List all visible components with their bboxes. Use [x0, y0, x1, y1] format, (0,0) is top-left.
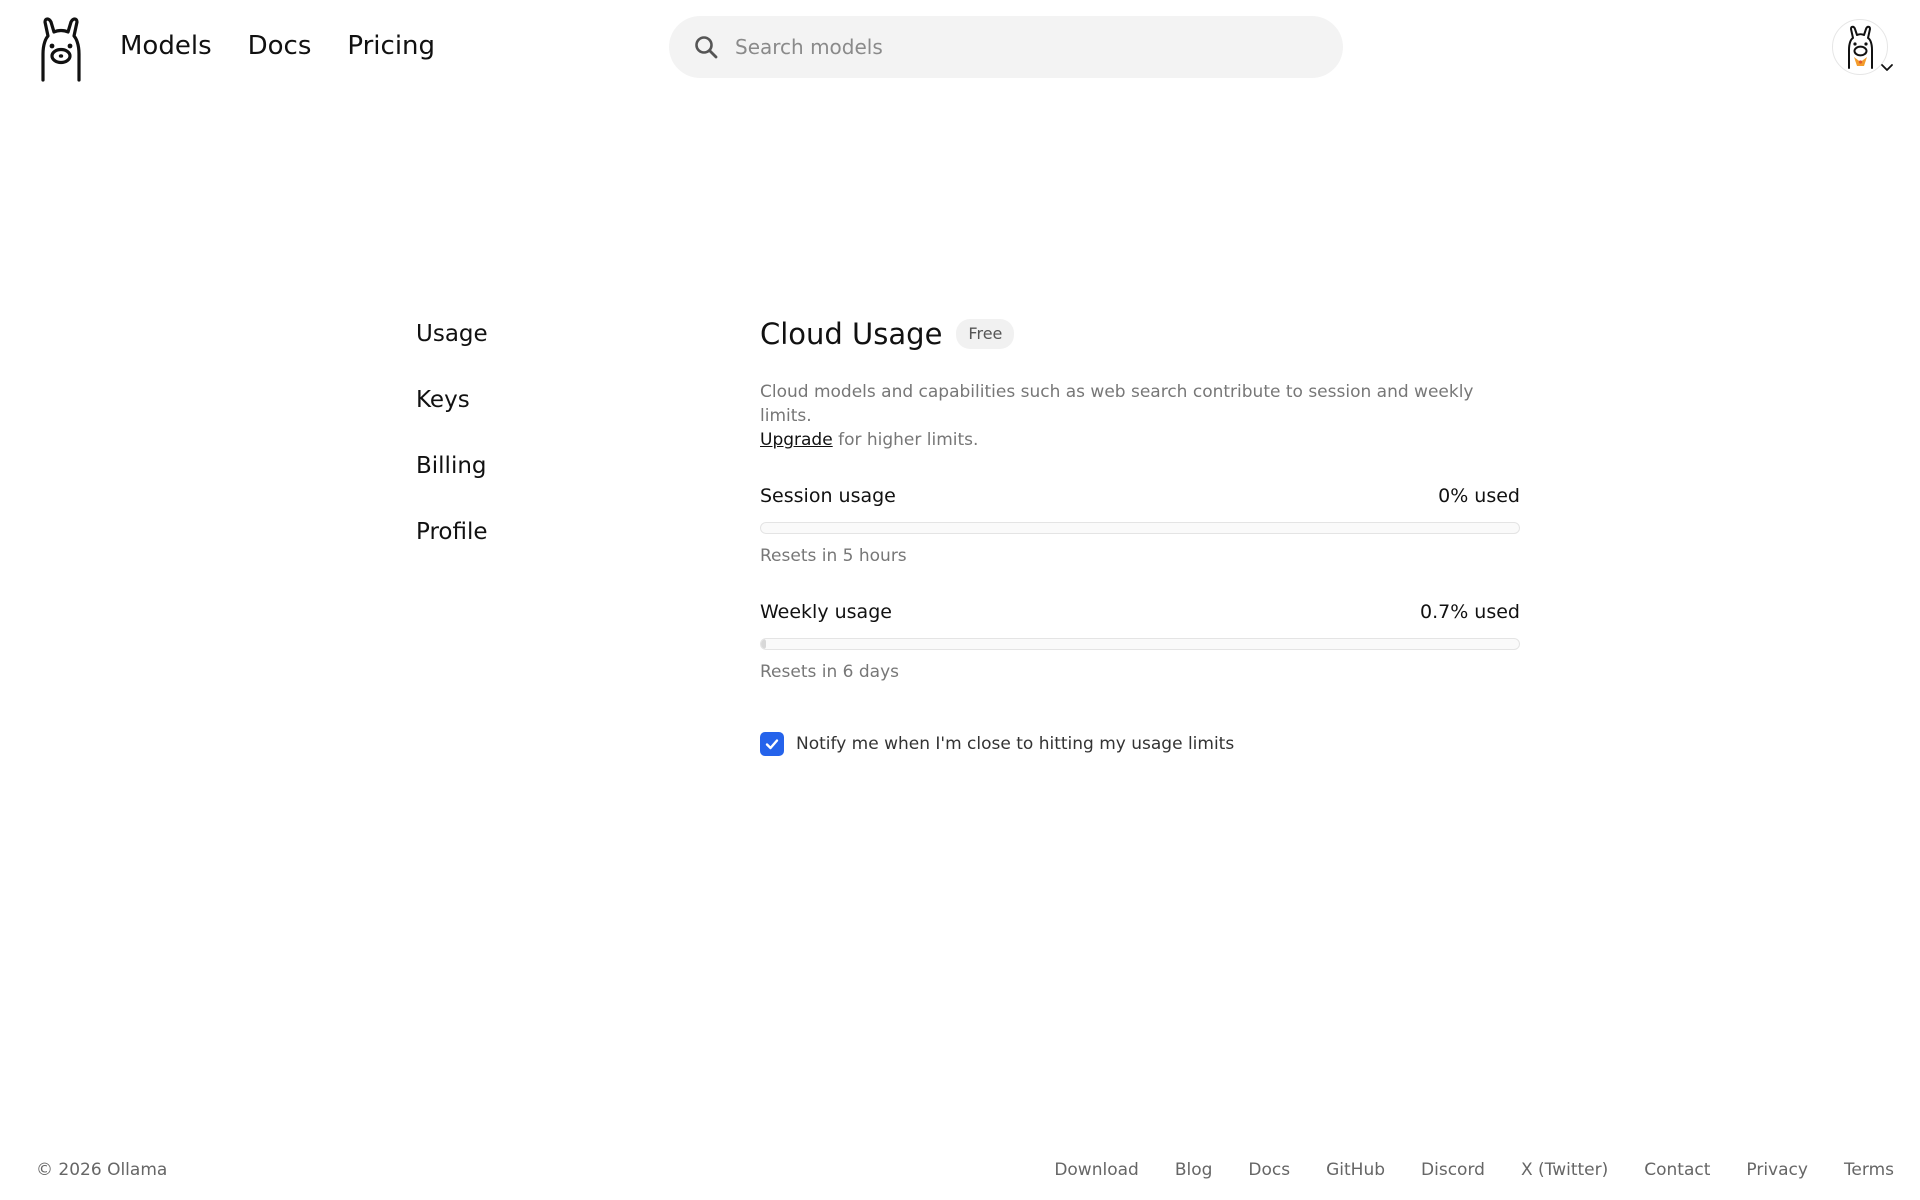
- notify-label: Notify me when I'm close to hitting my u…: [796, 734, 1235, 754]
- upgrade-suffix: for higher limits.: [832, 430, 979, 450]
- sidebar-item-billing[interactable]: Billing: [416, 448, 488, 484]
- upgrade-link[interactable]: Upgrade: [760, 430, 833, 450]
- notify-checkbox[interactable]: [760, 732, 784, 756]
- llama-avatar-icon: [1848, 25, 1873, 69]
- chevron-down-icon[interactable]: [1880, 63, 1894, 73]
- search-bar[interactable]: [669, 16, 1343, 78]
- plan-badge: Free: [956, 319, 1015, 349]
- weekly-reset-text: Resets in 6 days: [760, 662, 899, 682]
- footer-links: Download Blog Docs GitHub Discord X (Twi…: [1054, 1160, 1894, 1180]
- weekly-usage-label: Weekly usage: [760, 601, 892, 623]
- footer-link-download[interactable]: Download: [1054, 1160, 1139, 1180]
- nav-models[interactable]: Models: [120, 28, 212, 64]
- footer-link-contact[interactable]: Contact: [1644, 1160, 1710, 1180]
- sidebar-item-keys[interactable]: Keys: [416, 382, 488, 418]
- weekly-usage-bar: [760, 638, 1520, 650]
- footer-link-privacy[interactable]: Privacy: [1746, 1160, 1808, 1180]
- session-reset-text: Resets in 5 hours: [760, 546, 907, 566]
- footer-link-docs[interactable]: Docs: [1248, 1160, 1290, 1180]
- footer-link-x-twitter[interactable]: X (Twitter): [1521, 1160, 1608, 1180]
- llama-logo-icon[interactable]: [34, 16, 88, 82]
- top-header: Models Docs Pricing: [0, 0, 1920, 94]
- weekly-usage-section: Weekly usage 0.7% used Resets in 6 days: [760, 598, 1520, 684]
- description-text: Cloud models and capabilities such as we…: [760, 382, 1474, 426]
- sidebar-item-usage[interactable]: Usage: [416, 316, 488, 352]
- settings-sidebar: Usage Keys Billing Profile: [416, 316, 488, 580]
- session-usage-value: 0% used: [1438, 485, 1520, 507]
- footer-link-terms[interactable]: Terms: [1844, 1160, 1894, 1180]
- usage-description: Cloud models and capabilities such as we…: [760, 380, 1520, 452]
- session-usage-label: Session usage: [760, 485, 896, 507]
- nav-pricing[interactable]: Pricing: [347, 28, 435, 64]
- sidebar-item-profile[interactable]: Profile: [416, 514, 488, 550]
- weekly-usage-fill: [761, 639, 767, 649]
- footer-link-discord[interactable]: Discord: [1421, 1160, 1485, 1180]
- checkmark-icon: [765, 739, 779, 750]
- account-menu[interactable]: [1832, 19, 1894, 81]
- title-row: Cloud Usage Free: [760, 312, 1520, 356]
- search-input[interactable]: [733, 34, 1293, 60]
- footer-copyright: © 2026 Ollama: [36, 1160, 168, 1180]
- nav-docs[interactable]: Docs: [248, 28, 312, 64]
- footer-link-blog[interactable]: Blog: [1175, 1160, 1213, 1180]
- session-usage-section: Session usage 0% used Resets in 5 hours: [760, 482, 1520, 568]
- usage-panel: Cloud Usage Free Cloud models and capabi…: [760, 312, 1520, 756]
- search-icon: [695, 36, 718, 59]
- weekly-usage-value: 0.7% used: [1419, 601, 1520, 623]
- session-usage-bar: [760, 522, 1520, 534]
- notify-option[interactable]: Notify me when I'm close to hitting my u…: [760, 732, 1520, 756]
- footer-link-github[interactable]: GitHub: [1326, 1160, 1385, 1180]
- page-title: Cloud Usage: [760, 317, 943, 351]
- main-nav: Models Docs Pricing: [120, 28, 435, 64]
